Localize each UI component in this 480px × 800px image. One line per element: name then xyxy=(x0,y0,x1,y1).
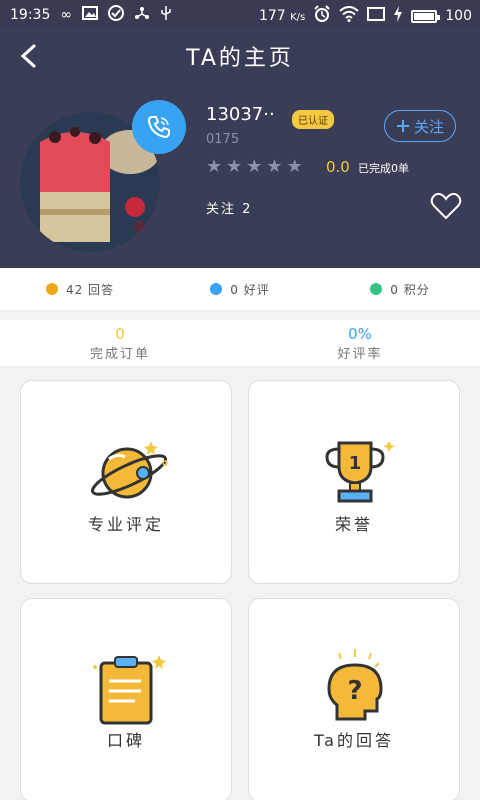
check-circle-icon xyxy=(108,5,125,25)
wifi-icon xyxy=(339,6,359,26)
svg-text:1: 1 xyxy=(349,453,362,474)
question-head-icon: ? xyxy=(327,649,383,721)
phone-icon xyxy=(147,116,170,139)
card-label: Ta的回答 xyxy=(314,731,394,750)
user-id: 0175 xyxy=(206,132,240,147)
heart-icon xyxy=(430,192,462,220)
svg-text:?: ? xyxy=(347,676,362,706)
following-count[interactable]: 关注 2 xyxy=(206,198,252,217)
planet-icon xyxy=(91,441,168,499)
call-button[interactable] xyxy=(132,100,186,154)
alarm-icon xyxy=(313,5,331,27)
card-label: 荣誉 xyxy=(334,515,373,534)
profile-header: TA的主页 13037·· 已认证 0175 关注 ★ ★ ★ ★ ★ 0.0 … xyxy=(0,28,480,268)
card-honors[interactable]: 1 荣誉 xyxy=(248,380,460,584)
card-professional-rating[interactable]: 专业评定 xyxy=(20,380,232,584)
dot-icon xyxy=(45,283,58,295)
completed-orders-value: 0 xyxy=(115,324,125,343)
completed-orders-label: 已完成0单 xyxy=(358,162,409,175)
good-rate-value: 0% xyxy=(348,324,372,343)
clock: 19:35 xyxy=(10,7,51,23)
good-rate-label: 好评率 xyxy=(337,346,383,362)
stat-good-reviews[interactable]: 0 好评 xyxy=(160,281,320,298)
clipboard-icon xyxy=(93,655,166,725)
follow-label: 关注 xyxy=(413,117,444,136)
usb-icon xyxy=(160,5,172,25)
battery-icon xyxy=(411,9,441,23)
rating-stars: ★ ★ ★ ★ ★ xyxy=(206,158,303,176)
image-icon xyxy=(82,6,99,24)
completed-orders-metric: 0 完成订单 xyxy=(0,320,240,366)
card-label: 口碑 xyxy=(106,731,145,750)
stats-row: 42 回答 0 好评 0 积分 xyxy=(0,268,480,310)
battery-level: 100 xyxy=(445,8,472,24)
card-ta-answers[interactable]: ? Ta的回答 xyxy=(248,598,460,800)
favorite-button[interactable] xyxy=(430,192,462,220)
star-icon: ★ xyxy=(206,156,223,177)
page-title: TA的主页 xyxy=(186,46,294,71)
share-icon xyxy=(134,5,150,25)
verified-badge: 已认证 xyxy=(292,110,334,129)
user-name: 13037·· xyxy=(206,104,275,125)
star-icon: ★ xyxy=(246,156,263,177)
dot-icon xyxy=(210,283,223,295)
plus-icon xyxy=(396,120,409,132)
card-reputation[interactable]: 口碑 xyxy=(20,598,232,800)
completed-orders-label: 完成订单 xyxy=(89,346,150,362)
card-label: 专业评定 xyxy=(87,515,164,534)
star-icon: ★ xyxy=(266,156,283,177)
network-speed: 177 K/s xyxy=(258,8,306,24)
trophy-icon: 1 xyxy=(325,441,395,503)
infinity-icon: ∞ xyxy=(60,7,73,23)
good-rate-metric: 0% 好评率 xyxy=(240,320,480,366)
stat-points[interactable]: 0 积分 xyxy=(320,281,480,298)
star-icon: ★ xyxy=(286,156,303,177)
window-icon xyxy=(367,7,386,25)
stat-answers[interactable]: 42 回答 xyxy=(0,281,160,298)
follow-button[interactable]: 关注 xyxy=(384,110,456,142)
dot-icon xyxy=(370,283,383,295)
metrics-row: 0 完成订单 0% 好评率 xyxy=(0,320,480,366)
rating-value: 0.0 xyxy=(326,158,350,176)
charging-icon xyxy=(393,6,403,26)
star-icon: ★ xyxy=(226,156,243,177)
status-bar: 19:35 ∞ 177 K/s 100 xyxy=(0,0,480,28)
